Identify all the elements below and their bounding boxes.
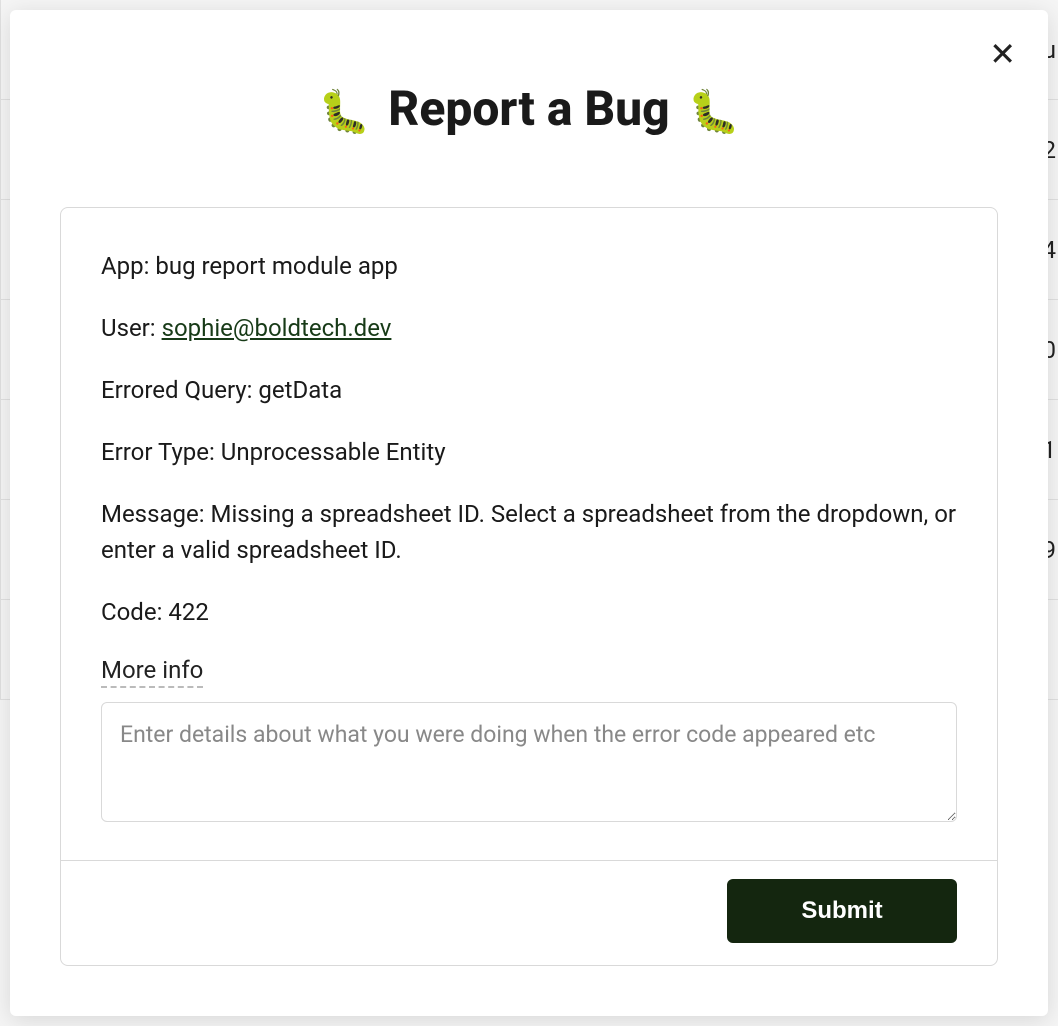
- bug-report-card: App: bug report module app User: sophie@…: [60, 207, 998, 966]
- user-email-link[interactable]: sophie@boldtech.dev: [162, 314, 392, 342]
- user-label: User:: [101, 314, 162, 342]
- app-value: bug report module app: [155, 252, 397, 280]
- submit-button[interactable]: Submit: [727, 879, 957, 943]
- message-line: Message: Missing a spreadsheet ID. Selec…: [101, 496, 957, 568]
- error-type-label: Error Type:: [101, 438, 221, 466]
- error-type-value: Unprocessable Entity: [221, 438, 446, 466]
- modal-title: 🐛 Report a Bug 🐛: [60, 80, 998, 137]
- user-line: User: sophie@boldtech.dev: [101, 310, 957, 346]
- bug-icon: 🐛: [688, 88, 740, 137]
- card-body: App: bug report module app User: sophie@…: [61, 208, 997, 860]
- query-label: Errored Query:: [101, 376, 258, 404]
- code-value: 422: [168, 598, 208, 626]
- card-footer: Submit: [61, 860, 997, 965]
- bug-report-modal: ✕ 🐛 Report a Bug 🐛 App: bug report modul…: [10, 10, 1048, 1016]
- more-info-label: More info: [101, 656, 203, 688]
- error-type-line: Error Type: Unprocessable Entity: [101, 434, 957, 470]
- query-line: Errored Query: getData: [101, 372, 957, 408]
- close-button[interactable]: ✕: [981, 30, 1024, 78]
- close-icon: ✕: [989, 36, 1016, 72]
- code-line: Code: 422: [101, 594, 957, 630]
- bug-icon: 🐛: [318, 88, 370, 137]
- details-textarea[interactable]: [101, 702, 957, 822]
- app-line: App: bug report module app: [101, 248, 957, 284]
- message-value: Missing a spreadsheet ID. Select a sprea…: [101, 500, 956, 564]
- more-info-section: More info: [101, 656, 957, 702]
- query-value: getData: [258, 376, 342, 404]
- modal-title-text: Report a Bug: [388, 80, 669, 137]
- code-label: Code:: [101, 598, 168, 626]
- message-label: Message:: [101, 500, 210, 528]
- app-label: App:: [101, 252, 155, 280]
